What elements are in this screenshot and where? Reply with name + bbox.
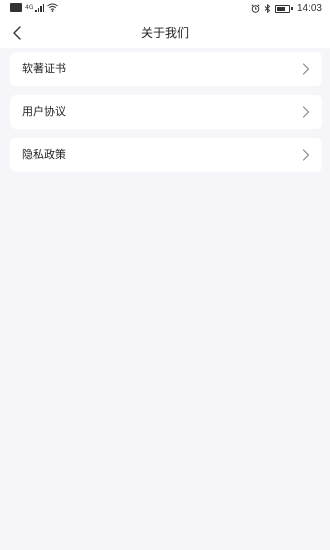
menu-item-label: 软著证书	[22, 62, 66, 75]
sim-icon	[10, 3, 22, 12]
menu-item-privacy-policy[interactable]: 隐私政策	[10, 138, 322, 172]
status-left-group: 4G	[10, 3, 59, 12]
menu-item-label: 用户协议	[22, 105, 66, 118]
network-type-label: 4G	[25, 3, 34, 11]
bluetooth-icon	[265, 4, 271, 13]
navigation-bar: 关于我们	[0, 18, 330, 48]
battery-icon	[275, 4, 293, 13]
menu-item-label: 隐私政策	[22, 148, 66, 161]
wifi-icon	[47, 3, 59, 12]
chevron-right-icon	[302, 149, 310, 161]
status-time: 14:03	[296, 3, 322, 14]
page-title: 关于我们	[140, 26, 189, 40]
chevron-right-icon	[302, 106, 310, 118]
menu-item-user-agreement[interactable]: 用户协议	[10, 95, 322, 129]
alarm-icon	[251, 4, 260, 13]
signal-icon	[35, 3, 45, 12]
status-bar: 4G 14:03	[0, 0, 330, 18]
menu-item-software-copyright[interactable]: 软著证书	[10, 52, 322, 86]
status-right-group: 14:03	[251, 3, 322, 14]
chevron-right-icon	[302, 63, 310, 75]
settings-list: 软著证书 用户协议 隐私政策	[10, 52, 322, 181]
